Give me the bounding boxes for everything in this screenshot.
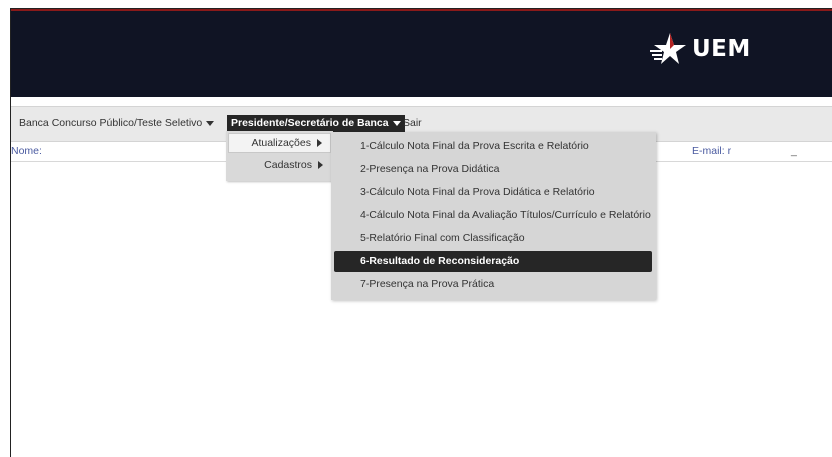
menu-sair-label: Sair xyxy=(403,117,422,129)
menu-item-resultado-reconsideracao[interactable]: 6-Resultado de Reconsideração xyxy=(334,251,652,272)
info-extra: _ xyxy=(791,145,797,157)
menu-item-presenca-prova-pratica[interactable]: 7-Presença na Prova Prática xyxy=(334,274,652,295)
chevron-down-icon xyxy=(206,121,215,126)
menu-item-relatorio-final[interactable]: 5-Relatório Final com Classificação xyxy=(334,228,652,249)
atualizacoes-submenu: 1-Cálculo Nota Final da Prova Escrita e … xyxy=(331,132,656,300)
header-banner: UEM xyxy=(11,9,832,97)
menu-banca-concurso[interactable]: Banca Concurso Público/Teste Seletivo xyxy=(15,115,218,132)
submenu-atualizacoes[interactable]: Atualizações xyxy=(228,133,331,153)
menu-presidente-secretario[interactable]: Presidente/Secretário de Banca xyxy=(227,115,405,132)
submenu-cadastros[interactable]: Cadastros xyxy=(228,155,331,175)
chevron-right-icon xyxy=(317,139,322,147)
email-label: E-mail: r xyxy=(692,145,732,157)
logo-text: UEM xyxy=(692,36,751,62)
menu-item-calculo-titulos-curriculo[interactable]: 4-Cálculo Nota Final da Avaliação Título… xyxy=(334,205,652,226)
presidente-submenu: Atualizações Cadastros xyxy=(226,131,333,181)
submenu-atualizacoes-label: Atualizações xyxy=(251,137,311,149)
menu-presidente-secretario-label: Presidente/Secretário de Banca xyxy=(231,117,389,129)
chevron-right-icon xyxy=(318,161,323,169)
menu-item-calculo-prova-didatica[interactable]: 3-Cálculo Nota Final da Prova Didática e… xyxy=(334,182,652,203)
app-window: UEM Banca Concurso Público/Teste Seletiv… xyxy=(10,8,832,457)
menu-sair[interactable]: Sair xyxy=(399,115,426,132)
menu-item-calculo-prova-escrita[interactable]: 1-Cálculo Nota Final da Prova Escrita e … xyxy=(334,136,652,157)
uem-emblem-icon xyxy=(650,33,686,64)
menu-banca-concurso-label: Banca Concurso Público/Teste Seletivo xyxy=(19,117,203,129)
uem-logo: UEM xyxy=(648,29,751,69)
name-label: Nome: xyxy=(11,145,42,157)
submenu-cadastros-label: Cadastros xyxy=(264,159,312,171)
menu-item-presenca-prova-didatica[interactable]: 2-Presença na Prova Didática xyxy=(334,159,652,180)
